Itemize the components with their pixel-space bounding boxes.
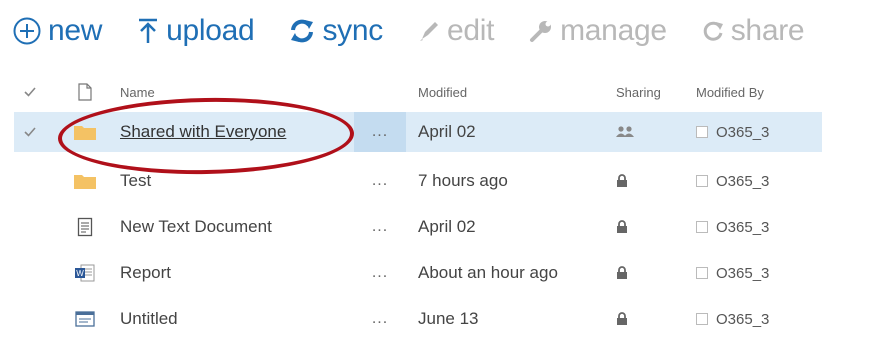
item-modified: June 13 (418, 309, 479, 328)
lock-icon[interactable] (616, 299, 676, 339)
item-modified-by[interactable]: O365_3 (696, 299, 826, 339)
lock-icon[interactable] (616, 161, 676, 201)
item-modified-by[interactable]: O365_3 (696, 161, 826, 201)
list-item[interactable]: Test ... 7 hours ago O365_3 (14, 161, 822, 201)
sharing-column-header[interactable]: Sharing (616, 74, 676, 110)
lock-icon[interactable] (616, 253, 676, 293)
folder-icon (72, 112, 98, 152)
modified-by-column-header[interactable]: Modified By (696, 74, 826, 110)
file-type-icon (78, 83, 92, 101)
share-icon (701, 18, 725, 44)
list-header: Name Modified Sharing Modified By (14, 74, 822, 110)
item-name-link[interactable]: Test (120, 161, 370, 201)
folder-icon (72, 161, 98, 201)
sync-icon (288, 17, 316, 45)
item-modified-by[interactable]: O365_3 (696, 253, 826, 293)
item-menu-button[interactable]: ... (354, 161, 406, 201)
item-name-link[interactable]: Untitled (120, 299, 370, 339)
presence-box (696, 221, 708, 233)
presence-box (696, 267, 708, 279)
presence-box (696, 126, 708, 138)
select-all-checkmark[interactable] (24, 74, 44, 110)
plus-circle-icon (12, 16, 42, 46)
wrench-icon (528, 18, 554, 44)
new-button[interactable]: new (12, 16, 102, 46)
list-item[interactable]: Shared with Everyone ... April 02 O365_3 (14, 112, 822, 152)
list-item[interactable]: Untitled ... June 13 O365_3 (14, 299, 822, 339)
item-modified-by[interactable]: O365_3 (696, 112, 826, 152)
upload-button[interactable]: upload (136, 14, 255, 47)
upload-arrow-icon (136, 16, 160, 46)
item-menu-button[interactable]: ... (354, 207, 406, 247)
item-modified-by[interactable]: O365_3 (696, 207, 826, 247)
sync-button[interactable]: sync (288, 16, 383, 46)
presence-box (696, 313, 708, 325)
upload-label: upload (166, 14, 255, 47)
modified-column-header[interactable]: Modified (418, 74, 618, 110)
manage-label: manage (560, 14, 667, 47)
text-document-icon (72, 207, 98, 247)
item-name-link[interactable]: Report (120, 253, 370, 293)
new-label: new (48, 14, 103, 47)
word-document-icon: W (72, 253, 98, 293)
checkmark-icon (24, 127, 36, 137)
shared-people-icon[interactable] (616, 112, 676, 152)
generic-document-icon (72, 299, 98, 339)
item-menu-button[interactable]: ... (354, 299, 406, 339)
edit-label: edit (446, 14, 495, 47)
list-item[interactable]: New Text Document ... April 02 O365_3 (14, 207, 822, 247)
item-modified: 7 hours ago (418, 171, 508, 190)
share-label: share (730, 14, 805, 47)
item-menu-button[interactable]: ... (354, 112, 406, 152)
command-toolbar: new upload sync edit manage share (12, 8, 805, 54)
row-checkmark[interactable] (24, 112, 44, 152)
sync-label: sync (322, 14, 383, 47)
svg-text:W: W (76, 269, 84, 278)
item-modified: April 02 (418, 122, 476, 141)
item-name-link[interactable]: Shared with Everyone (120, 112, 370, 152)
name-column-header[interactable]: Name (120, 74, 370, 110)
pencil-icon (417, 18, 441, 44)
item-modified: About an hour ago (418, 263, 558, 282)
share-button[interactable]: share (701, 16, 805, 46)
list-item[interactable]: W Report ... About an hour ago O365_3 (14, 253, 822, 293)
item-name-link[interactable]: New Text Document (120, 207, 370, 247)
edit-button[interactable]: edit (417, 16, 494, 46)
checkmark-icon (24, 87, 36, 97)
lock-icon[interactable] (616, 207, 676, 247)
item-modified: April 02 (418, 217, 476, 236)
type-column-header[interactable] (72, 74, 98, 110)
presence-box (696, 175, 708, 187)
manage-button[interactable]: manage (528, 16, 667, 46)
item-menu-button[interactable]: ... (354, 253, 406, 293)
